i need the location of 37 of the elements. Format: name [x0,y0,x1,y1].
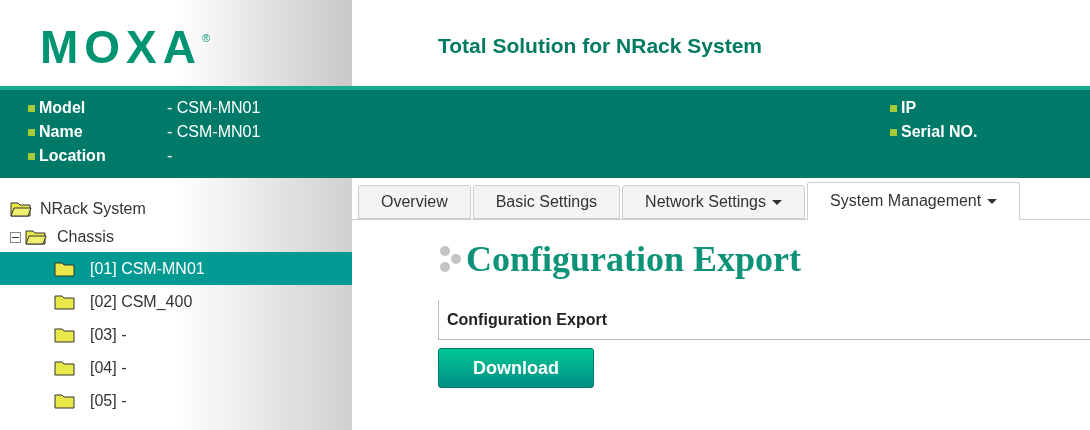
tab[interactable]: Overview [358,185,471,219]
section-header: Configuration Export [438,300,1090,340]
page-title: Configuration Export [466,238,802,281]
tab[interactable]: System Management [807,182,1021,220]
tree-item[interactable]: [02] CSM_400 [0,285,352,318]
info-value: - CSM-MN01 [167,98,261,118]
dots-icon [438,243,462,275]
info-label: Serial NO. [901,122,978,142]
folder-icon [54,293,76,310]
registered-mark: ® [202,31,211,46]
logo: MOXA [40,24,202,70]
tree-item[interactable]: Chassis [57,225,114,249]
tab[interactable]: Basic Settings [472,185,621,219]
folder-icon [54,392,76,409]
folder-icon [54,326,76,343]
info-label: IP [901,98,917,118]
tree-item[interactable]: [04] - [0,351,352,384]
tree-item[interactable]: [03] - [0,318,352,351]
bullet-icon [28,152,35,160]
open-folder-icon [10,201,32,217]
info-label: Location [39,146,107,166]
tree-item[interactable]: NRack System [40,197,146,221]
bullet-icon [890,104,897,112]
bullet-icon [28,128,35,136]
info-label: Model [39,98,87,118]
site-title: Total Solution for NRack System [438,34,762,57]
bullet-icon [28,104,35,112]
folder-icon [54,359,76,376]
info-value: - CSM-MN01 [167,122,261,142]
folder-icon [54,260,76,277]
info-label: Name [39,122,84,142]
info-value: - [167,146,173,166]
open-folder-icon [25,229,47,245]
tree-item[interactable]: [05] - [0,384,352,417]
tab[interactable]: Network Settings [622,185,805,219]
bullet-icon [890,128,897,136]
collapse-icon[interactable] [10,231,21,243]
